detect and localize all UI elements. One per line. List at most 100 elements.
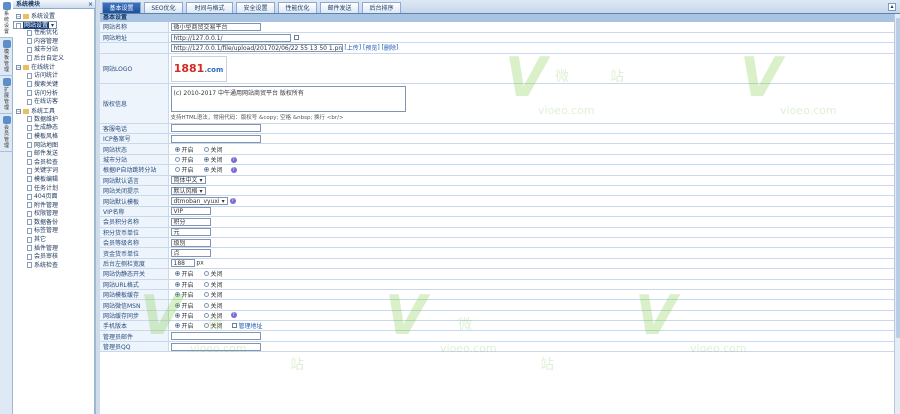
field-label: 管理员QQ bbox=[100, 341, 169, 353]
radio-button[interactable] bbox=[203, 157, 209, 163]
collapse-icon[interactable]: ▴ bbox=[888, 3, 896, 11]
tree-item[interactable]: 在线访客 bbox=[13, 98, 94, 107]
tree-group[interactable]: − 系统工具 bbox=[13, 107, 94, 116]
tree-item[interactable]: 会员审核 bbox=[13, 253, 94, 262]
tree-group[interactable]: − 系统设置 bbox=[13, 12, 94, 21]
tree-item-label: 城市分站 bbox=[34, 46, 59, 54]
tree-item[interactable]: 网站设置 bbox=[13, 21, 58, 29]
tree-item[interactable]: 关键字词 bbox=[13, 167, 94, 176]
radio-button[interactable] bbox=[174, 323, 180, 329]
help-icon[interactable]: ? bbox=[230, 166, 237, 173]
radio-button[interactable] bbox=[174, 271, 180, 277]
tree-item[interactable]: 性能优化 bbox=[13, 29, 94, 38]
text-input[interactable] bbox=[170, 332, 261, 341]
form-row: 后台左侧栏宽度 188 px bbox=[100, 258, 894, 270]
radio-button[interactable] bbox=[203, 281, 209, 287]
text-input[interactable]: 点 bbox=[170, 249, 211, 258]
radio-button[interactable] bbox=[174, 312, 180, 318]
delete-link[interactable]: 删除 bbox=[384, 45, 396, 52]
preview-link[interactable]: 预览 bbox=[365, 45, 377, 52]
extra-link[interactable]: 管理地址 bbox=[238, 323, 262, 330]
text-input[interactable]: VIP bbox=[170, 207, 211, 216]
text-input[interactable]: 积分 bbox=[170, 217, 211, 226]
tree-item[interactable]: 访问分析 bbox=[13, 90, 94, 99]
copyright-textarea[interactable]: (c) 2010-2017 中午通用网站商贸平台 版权所有 bbox=[170, 86, 406, 113]
help-icon[interactable]: ? bbox=[229, 198, 236, 205]
radio-label: 开启 bbox=[181, 292, 194, 300]
upload-link[interactable]: 上传 bbox=[347, 45, 359, 52]
tree-item[interactable]: 网站地图 bbox=[13, 142, 94, 151]
text-input[interactable] bbox=[170, 124, 261, 133]
tab-0[interactable]: 基本设置 bbox=[102, 2, 141, 13]
select-dropdown[interactable]: 默认风格 bbox=[170, 186, 206, 195]
select-dropdown[interactable]: 简体中文 bbox=[170, 176, 206, 185]
tree-item[interactable]: 附件管理 bbox=[13, 202, 94, 211]
collapse-toggle-icon[interactable]: − bbox=[16, 65, 21, 71]
radio-button[interactable] bbox=[174, 146, 180, 152]
vertical-tab-2[interactable]: 扩展管理 bbox=[0, 76, 13, 114]
radio-button[interactable] bbox=[174, 292, 180, 298]
site-name-input[interactable]: 微小型商贸交易平台 bbox=[170, 22, 261, 31]
radio-button[interactable] bbox=[203, 271, 209, 277]
radio-button[interactable] bbox=[203, 167, 209, 173]
tab-3[interactable]: 安全设置 bbox=[236, 2, 275, 13]
form-row: VIP名称 VIP bbox=[100, 206, 894, 218]
tree-item[interactable]: 系统检查 bbox=[13, 262, 94, 271]
tree-item[interactable]: 邮件发送 bbox=[13, 150, 94, 159]
tree-item-label: 网站设置 bbox=[23, 22, 50, 29]
select-dropdown[interactable]: dtmoban_vyuxi bbox=[170, 197, 228, 206]
help-icon[interactable]: ? bbox=[230, 156, 237, 163]
radio-button[interactable] bbox=[174, 167, 180, 173]
field-label: 网站缓存同步 bbox=[100, 310, 169, 322]
site-url-input[interactable]: http://127.0.0.1/ bbox=[170, 33, 291, 42]
tab-6[interactable]: 后台排序 bbox=[362, 2, 401, 13]
collapse-toggle-icon[interactable]: − bbox=[16, 14, 21, 19]
text-input[interactable]: 元 bbox=[170, 228, 211, 237]
text-input[interactable] bbox=[170, 342, 261, 351]
close-icon[interactable]: × bbox=[88, 0, 93, 9]
tree-item[interactable]: 访问统计 bbox=[13, 72, 94, 81]
radio-button[interactable] bbox=[203, 312, 209, 318]
tree-item[interactable]: 权限管理 bbox=[13, 210, 94, 219]
tree-item[interactable]: 模板风格 bbox=[13, 133, 94, 142]
tab-4[interactable]: 性能优化 bbox=[278, 2, 317, 13]
tab-2[interactable]: 时间与格式 bbox=[186, 2, 233, 13]
logo-path-input[interactable]: http://127.0.0.1/file/upload/201702/06/2… bbox=[170, 43, 343, 52]
radio-label: 关闭 bbox=[210, 302, 223, 310]
collapse-toggle-icon[interactable]: − bbox=[16, 108, 21, 114]
radio-button[interactable] bbox=[203, 323, 209, 329]
tree-item[interactable]: 任务计划 bbox=[13, 185, 94, 194]
form-row: 手机版本 开启 关闭 管理地址 bbox=[100, 320, 894, 332]
tree-item[interactable]: 插件管理 bbox=[13, 245, 94, 254]
text-input[interactable] bbox=[170, 134, 261, 143]
vertical-tab-0[interactable]: 系统设置 bbox=[0, 0, 13, 38]
tab-5[interactable]: 邮件发送 bbox=[320, 2, 359, 13]
tab-1[interactable]: SEO优化 bbox=[144, 2, 183, 13]
scrollbar-thumb[interactable] bbox=[896, 18, 900, 338]
tree-item[interactable]: 搜索关键 bbox=[13, 81, 94, 90]
radio-button[interactable] bbox=[174, 157, 180, 163]
vertical-tab-1[interactable]: 模板管理 bbox=[0, 38, 13, 76]
tree-item[interactable]: 后台自定义 bbox=[13, 55, 94, 64]
text-input[interactable]: 188 bbox=[170, 259, 195, 268]
radio-button[interactable] bbox=[203, 292, 209, 298]
radio-button[interactable] bbox=[174, 281, 180, 287]
page-icon bbox=[27, 116, 32, 123]
tree-item[interactable]: 模板编辑 bbox=[13, 176, 94, 185]
tree-item[interactable]: 标签管理 bbox=[13, 227, 94, 236]
tree-item[interactable]: 其它 bbox=[13, 236, 94, 245]
help-icon[interactable]: ? bbox=[230, 312, 237, 319]
panel-scrollbar[interactable] bbox=[894, 14, 900, 414]
radio-button[interactable] bbox=[203, 146, 209, 152]
tree-item-label: 后台自定义 bbox=[34, 54, 65, 62]
text-input[interactable]: 级别 bbox=[170, 238, 211, 247]
site-url-check-icon[interactable] bbox=[293, 35, 299, 41]
checkbox[interactable] bbox=[231, 323, 237, 329]
radio-button[interactable] bbox=[174, 302, 180, 308]
tree-item[interactable]: 内容管理 bbox=[13, 38, 94, 47]
vertical-tab-3[interactable]: 会员管理 bbox=[0, 114, 13, 152]
radio-button[interactable] bbox=[203, 302, 209, 308]
tree-item[interactable]: 404页面 bbox=[13, 193, 94, 202]
tree-item[interactable]: 生成静态 bbox=[13, 124, 94, 133]
tree-item[interactable]: 城市分站 bbox=[13, 46, 94, 55]
